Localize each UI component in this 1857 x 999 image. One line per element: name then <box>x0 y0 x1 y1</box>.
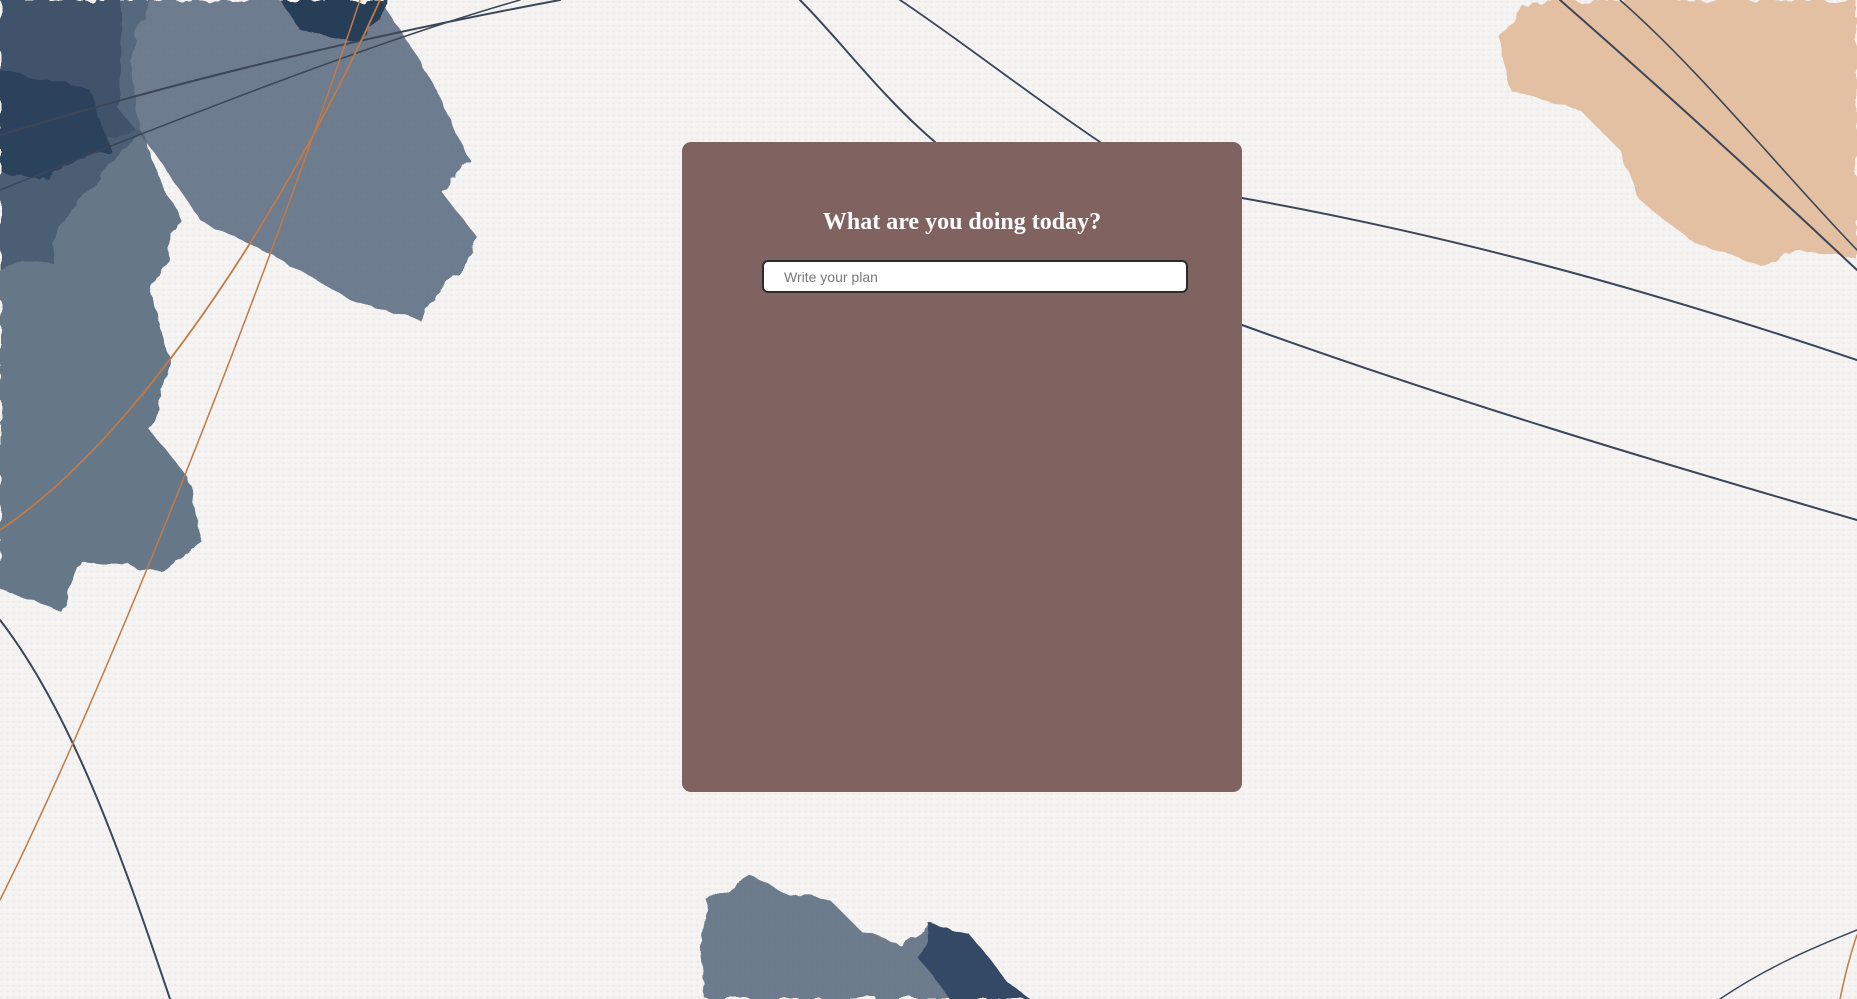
todo-title: What are you doing today? <box>822 209 1102 235</box>
todo-card: What are you doing today? <box>682 142 1242 792</box>
plan-input[interactable] <box>762 260 1188 293</box>
